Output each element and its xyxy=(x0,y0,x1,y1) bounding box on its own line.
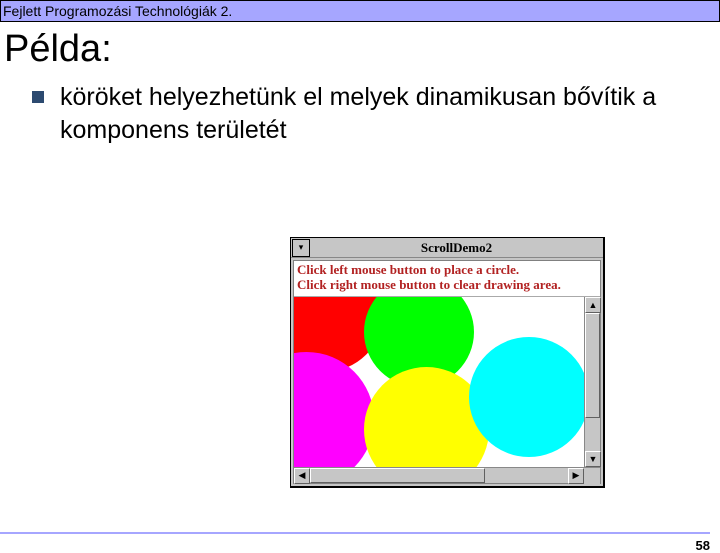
window-client-area: Click left mouse button to place a circl… xyxy=(291,258,603,486)
instruction-line-2: Click right mouse button to clear drawin… xyxy=(297,278,597,293)
scroll-right-button[interactable]: ▶ xyxy=(568,468,584,484)
horizontal-scrollbar[interactable]: ◀ ▶ xyxy=(294,467,600,483)
vertical-scrollbar[interactable]: ▲ ▼ xyxy=(584,297,600,467)
slide-title: Példa: xyxy=(0,22,720,81)
scrollbar-corner xyxy=(584,468,600,484)
scroll-pane: Click left mouse button to place a circl… xyxy=(293,260,601,484)
page-number: 58 xyxy=(696,538,710,553)
slide-header: Fejlett Programozási Technológiák 2. xyxy=(0,0,720,22)
scroll-up-button[interactable]: ▲ xyxy=(585,297,601,313)
instructions: Click left mouse button to place a circl… xyxy=(294,261,600,297)
horizontal-scroll-thumb[interactable] xyxy=(310,468,485,483)
bullet-icon xyxy=(32,91,44,103)
viewport-row: ▲ ▼ xyxy=(294,297,600,467)
instruction-line-1: Click left mouse button to place a circl… xyxy=(297,263,597,278)
drawing-area[interactable] xyxy=(294,297,584,467)
slide-footer: 58 xyxy=(0,532,710,534)
circle xyxy=(469,337,584,457)
system-menu-icon: ▾ xyxy=(299,243,304,252)
scroll-left-button[interactable]: ◀ xyxy=(294,468,310,484)
bullet-item: köröket helyezhetünk el melyek dinamikus… xyxy=(0,81,720,146)
bullet-text: köröket helyezhetünk el melyek dinamikus… xyxy=(60,81,696,146)
horizontal-scroll-track[interactable] xyxy=(310,468,568,483)
vertical-scroll-thumb[interactable] xyxy=(585,313,600,418)
system-menu-button[interactable]: ▾ xyxy=(292,239,310,257)
scrolldemo-window: ▾ ScrollDemo2 Click left mouse button to… xyxy=(290,237,605,488)
header-text: Fejlett Programozási Technológiák 2. xyxy=(3,3,232,19)
scroll-down-button[interactable]: ▼ xyxy=(585,451,601,467)
window-title: ScrollDemo2 xyxy=(310,240,603,256)
window-titlebar[interactable]: ▾ ScrollDemo2 xyxy=(291,238,603,258)
vertical-scroll-track[interactable] xyxy=(585,313,600,451)
circle xyxy=(294,352,374,467)
